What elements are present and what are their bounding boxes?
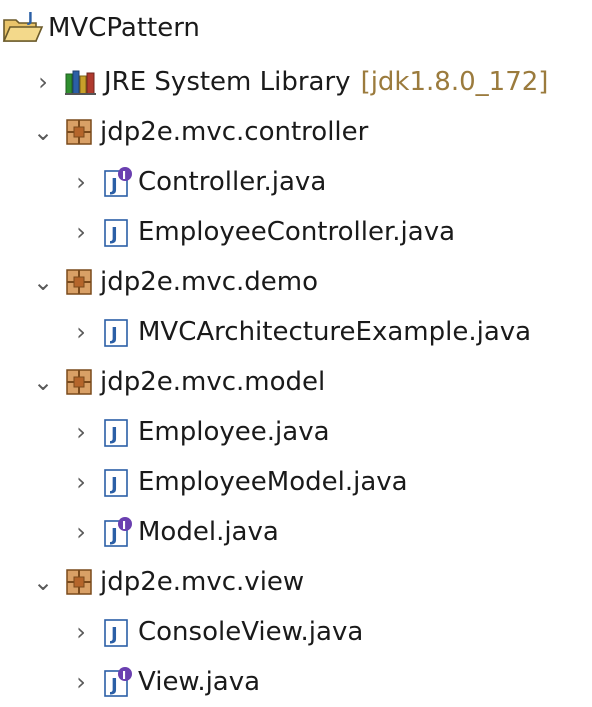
file-node[interactable]: › J I Model.java: [68, 507, 279, 557]
svg-text:J: J: [109, 175, 118, 196]
chevron-right-icon[interactable]: ›: [30, 69, 56, 95]
file-label: MVCArchitectureExample.java: [138, 317, 532, 347]
svg-text:J: J: [109, 675, 118, 696]
chevron-down-icon[interactable]: ⌄: [30, 369, 56, 395]
jre-version-decoration: [jdk1.8.0_172]: [360, 67, 549, 97]
project-label: MVCPattern: [48, 13, 200, 43]
chevron-right-icon[interactable]: ›: [68, 519, 94, 545]
chevron-down-icon[interactable]: ⌄: [30, 269, 56, 295]
java-project-icon: J: [2, 11, 44, 45]
svg-text:I: I: [122, 169, 126, 182]
file-label: Employee.java: [138, 417, 330, 447]
svg-text:J: J: [109, 324, 118, 345]
svg-text:J: J: [109, 525, 118, 546]
jre-library-node[interactable]: › JRE System Library [jdk1.8.0_172]: [30, 57, 548, 107]
project-explorer-tree: J MVCPattern › JRE System Library [jdk1.…: [0, 0, 592, 704]
chevron-right-icon[interactable]: ›: [68, 169, 94, 195]
chevron-down-icon[interactable]: ⌄: [30, 569, 56, 595]
package-node[interactable]: ⌄ jdp2e.mvc.controller: [30, 107, 368, 157]
package-icon: [64, 117, 94, 147]
file-node[interactable]: › J I View.java: [68, 657, 260, 707]
file-label: View.java: [138, 667, 261, 697]
file-node[interactable]: › J Employee.java: [68, 407, 330, 457]
chevron-right-icon[interactable]: ›: [68, 219, 94, 245]
file-label: EmployeeController.java: [138, 217, 456, 247]
java-interface-icon: J I: [102, 666, 132, 698]
chevron-right-icon[interactable]: ›: [68, 619, 94, 645]
package-icon: [64, 567, 94, 597]
chevron-right-icon[interactable]: ›: [68, 419, 94, 445]
svg-text:J: J: [109, 224, 118, 245]
package-label: jdp2e.mvc.view: [100, 567, 305, 597]
package-node[interactable]: ⌄ jdp2e.mvc.model: [30, 357, 325, 407]
package-icon: [64, 367, 94, 397]
package-label: jdp2e.mvc.controller: [100, 117, 369, 147]
java-interface-icon: J I: [102, 516, 132, 548]
file-node[interactable]: › J EmployeeModel.java: [68, 457, 408, 507]
svg-text:J: J: [109, 424, 118, 445]
java-interface-icon: J I: [102, 166, 132, 198]
chevron-right-icon[interactable]: ›: [68, 669, 94, 695]
project-node[interactable]: J MVCPattern: [2, 3, 200, 53]
package-label: jdp2e.mvc.demo: [100, 267, 319, 297]
java-class-icon: J: [102, 316, 132, 348]
package-node[interactable]: ⌄ jdp2e.mvc.view: [30, 557, 304, 607]
chevron-right-icon[interactable]: ›: [68, 469, 94, 495]
java-class-icon: J: [102, 416, 132, 448]
file-label: EmployeeModel.java: [138, 467, 408, 497]
chevron-down-icon[interactable]: ⌄: [30, 119, 56, 145]
chevron-right-icon[interactable]: ›: [68, 319, 94, 345]
package-label: jdp2e.mvc.model: [100, 367, 326, 397]
svg-text:J: J: [27, 11, 33, 26]
svg-text:J: J: [109, 474, 118, 495]
library-icon: [64, 68, 98, 96]
svg-text:J: J: [109, 624, 118, 645]
file-node[interactable]: › J MVCArchitectureExample.java: [68, 307, 531, 357]
file-label: Controller.java: [138, 167, 327, 197]
jre-library-label: JRE System Library: [104, 67, 351, 97]
svg-text:I: I: [122, 669, 126, 682]
file-node[interactable]: › J I Controller.java: [68, 157, 326, 207]
package-icon: [64, 267, 94, 297]
java-class-icon: J: [102, 616, 132, 648]
svg-text:I: I: [122, 519, 126, 532]
package-node[interactable]: ⌄ jdp2e.mvc.demo: [30, 257, 318, 307]
file-label: Model.java: [138, 517, 279, 547]
java-class-icon: J: [102, 216, 132, 248]
file-node[interactable]: › J ConsoleView.java: [68, 607, 363, 657]
file-label: ConsoleView.java: [138, 617, 364, 647]
file-node[interactable]: › J EmployeeController.java: [68, 207, 455, 257]
java-class-icon: J: [102, 466, 132, 498]
